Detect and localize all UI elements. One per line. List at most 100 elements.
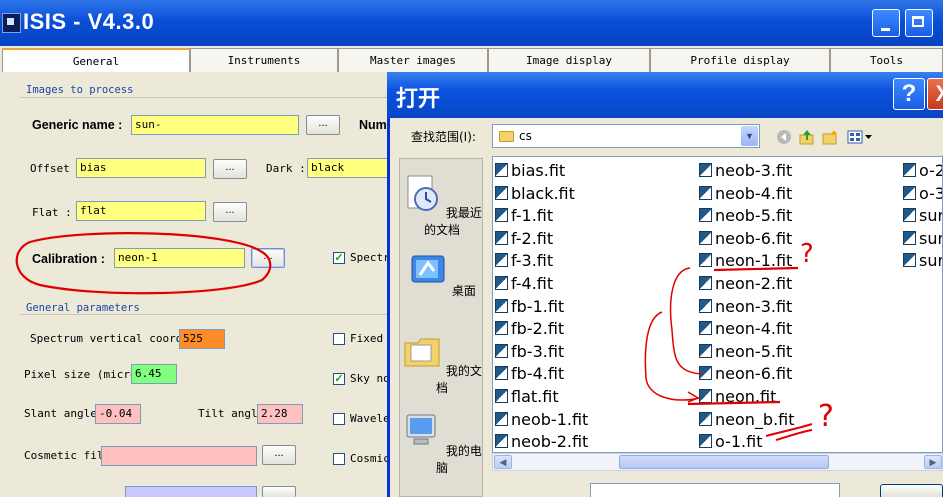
file-item[interactable]: o-3 — [903, 183, 943, 205]
tab-profile-display[interactable]: Profile display — [650, 48, 830, 72]
file-item[interactable]: black.fit — [495, 183, 575, 205]
cosmic-checkbox[interactable] — [333, 453, 345, 465]
fit-file-icon — [495, 389, 508, 403]
place-recent-documents[interactable]: 我最近的文档 — [400, 173, 484, 238]
wavele-label: Wavele — [350, 412, 390, 425]
file-item[interactable]: f-4.fit — [495, 273, 553, 295]
calibration-input[interactable]: neon-1 — [114, 248, 245, 268]
file-item[interactable]: f-1.fit — [495, 205, 553, 227]
file-item[interactable]: neob-4.fit — [699, 183, 792, 205]
scroll-right-button[interactable]: ▶ — [924, 455, 942, 469]
my-documents-icon — [404, 338, 440, 367]
file-name: o-2 — [919, 161, 943, 180]
offset-browse-button[interactable]: ... — [213, 159, 247, 179]
file-item[interactable]: o-1.fit — [699, 431, 763, 452]
file-item[interactable]: neon-3.fit — [699, 296, 792, 318]
file-item[interactable]: sur — [903, 228, 942, 250]
dark-input[interactable]: black — [307, 158, 389, 178]
tab-instruments[interactable]: Instruments — [190, 48, 338, 72]
scroll-thumb[interactable] — [619, 455, 829, 469]
generic-name-browse-button[interactable]: ... — [306, 115, 340, 135]
file-item[interactable]: neon.fit — [699, 386, 776, 408]
partial-browse-button[interactable] — [262, 486, 296, 497]
fit-file-icon — [903, 230, 916, 245]
file-item[interactable]: neob-5.fit — [699, 205, 792, 227]
fit-file-icon — [699, 230, 712, 245]
file-item[interactable]: neob-2.fit — [495, 431, 588, 452]
file-item[interactable]: fb-2.fit — [495, 318, 564, 340]
file-list[interactable]: bias.fit black.fit f-1.fit f-2.fit f-3.fit f-… — [492, 156, 943, 453]
params-group-border — [20, 314, 390, 315]
fit-file-icon — [699, 321, 712, 336]
file-item[interactable]: neon_b.fit — [699, 409, 795, 431]
file-item[interactable]: flat.fit — [495, 386, 559, 408]
help-button[interactable]: ? — [893, 78, 925, 110]
file-item[interactable]: neob-6.fit — [699, 228, 792, 250]
slant-angle-input[interactable]: -0.04 — [95, 404, 141, 424]
file-item[interactable]: bias.fit — [495, 160, 565, 182]
flat-input[interactable]: flat — [76, 201, 206, 221]
fit-file-icon — [495, 366, 508, 381]
tab-tools[interactable]: Tools — [830, 48, 943, 72]
tab-general[interactable]: General — [2, 48, 190, 72]
back-button[interactable] — [776, 129, 792, 145]
file-item[interactable]: neon-1.fit — [699, 250, 792, 272]
spectr-checkbox[interactable]: ✓ — [333, 252, 345, 264]
place-my-computer[interactable]: 我的电脑 — [400, 411, 484, 476]
file-item[interactable]: fb-3.fit — [495, 341, 564, 363]
place-desktop[interactable]: 桌面 — [400, 251, 484, 299]
file-item[interactable]: neon-6.fit — [699, 363, 792, 385]
new-folder-button[interactable] — [822, 129, 838, 145]
cosmetic-browse-button[interactable]: ... — [262, 445, 296, 465]
spectrum-coord-input[interactable]: 525 — [179, 329, 225, 349]
file-item[interactable]: neon-4.fit — [699, 318, 792, 340]
file-name: neob-4.fit — [715, 183, 793, 203]
pixel-size-label: Pixel size (micro — [24, 368, 137, 381]
file-item[interactable]: fb-4.fit — [495, 363, 564, 385]
recent-documents-icon — [407, 175, 439, 211]
tab-image-display[interactable]: Image display — [488, 48, 650, 72]
file-item[interactable]: neon-5.fit — [699, 341, 792, 363]
open-button-partial[interactable] — [880, 484, 943, 497]
pixel-size-input[interactable]: 6.45 — [131, 364, 177, 384]
sky-checkbox[interactable]: ✓ — [333, 373, 345, 385]
tilt-angle-input[interactable]: 2.28 — [257, 404, 303, 424]
partial-lavender-input[interactable] — [125, 486, 257, 497]
fit-file-icon — [903, 163, 916, 177]
up-folder-button[interactable] — [799, 129, 815, 145]
file-name: o-3 — [919, 183, 943, 203]
fit-file-icon — [699, 208, 712, 223]
file-item[interactable]: o-2 — [903, 160, 943, 182]
file-item[interactable]: sur — [903, 250, 942, 272]
close-button[interactable]: X — [927, 78, 943, 110]
lookin-combobox[interactable]: cs ▼ — [492, 124, 760, 148]
minimize-button[interactable] — [872, 9, 900, 37]
file-item[interactable]: neob-3.fit — [699, 160, 792, 182]
file-item[interactable]: neon-2.fit — [699, 273, 792, 295]
horizontal-scrollbar[interactable]: ◀ ▶ — [492, 453, 943, 471]
fixed-checkbox[interactable] — [333, 333, 345, 345]
file-item[interactable]: f-2.fit — [495, 228, 553, 250]
offset-input[interactable]: bias — [76, 158, 206, 178]
maximize-button[interactable] — [905, 9, 933, 37]
filename-input-partial[interactable] — [590, 483, 840, 497]
tab-master-images[interactable]: Master images — [338, 48, 488, 72]
file-name: f-3.fit — [511, 251, 554, 271]
file-item[interactable]: f-3.fit — [495, 250, 553, 272]
scroll-left-button[interactable]: ◀ — [494, 455, 512, 469]
view-menu-button[interactable] — [847, 129, 875, 145]
file-name: neob-1.fit — [511, 409, 589, 429]
fit-file-icon — [495, 185, 508, 200]
file-name: o-1.fit — [715, 432, 763, 452]
file-item[interactable]: sur — [903, 205, 942, 227]
wavele-checkbox[interactable] — [333, 413, 345, 425]
chevron-down-icon[interactable]: ▼ — [741, 126, 758, 146]
generic-name-input[interactable]: sun- — [131, 115, 299, 135]
sky-label: Sky no — [350, 372, 390, 385]
file-item[interactable]: fb-1.fit — [495, 296, 564, 318]
place-my-documents[interactable]: 我的文档 — [400, 331, 484, 396]
file-item[interactable]: neob-1.fit — [495, 409, 588, 431]
calibration-browse-button[interactable]: ... — [251, 248, 285, 268]
cosmetic-input[interactable] — [101, 446, 257, 466]
flat-browse-button[interactable]: ... — [213, 202, 247, 222]
